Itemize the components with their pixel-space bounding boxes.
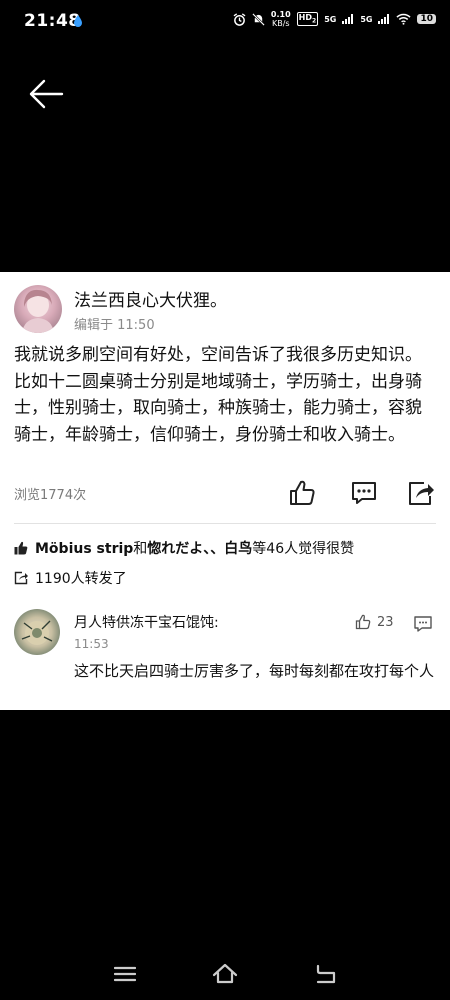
status-bar: 21:48 0.10 KB/s HD2 5G 5G 10 <box>0 0 450 44</box>
signal2-label: 5G <box>360 14 373 24</box>
likes-suffix: 等46人觉得很赞 <box>252 541 355 557</box>
post-card: 法兰西良心大伏狸。 编辑于 11:50 我就说多刷空间有好处，空间告诉了我很多历… <box>0 272 450 710</box>
edit-time: 编辑于 11:50 <box>74 318 155 333</box>
author-name[interactable]: 法兰西良心大伏狸。 <box>74 286 227 311</box>
back-arrow-icon[interactable] <box>28 78 64 110</box>
like-user-3[interactable]: 白鸟 <box>224 541 252 557</box>
share-icon[interactable] <box>406 479 436 507</box>
signal1-label: 5G <box>324 14 337 24</box>
hd-badge: HD2 <box>296 12 319 26</box>
signal2-bars-icon <box>378 14 390 24</box>
reposts-text: 1190人转发了 <box>35 571 127 587</box>
system-nav-bar <box>0 955 450 991</box>
author-avatar[interactable] <box>14 285 62 333</box>
reposts-summary[interactable]: 1190人转发了 <box>14 568 127 588</box>
battery-level: 10 <box>417 14 436 24</box>
like-user-2[interactable]: 惚れだよ、、 <box>147 541 224 557</box>
signal1-bars-icon <box>342 14 354 24</box>
return-icon[interactable] <box>314 964 336 984</box>
commenter-name[interactable]: 月人特供冻干宝石馄饨: <box>74 612 219 632</box>
net-speed-unit: KB/s <box>271 19 290 28</box>
avatar-sketch-icon <box>21 620 53 645</box>
home-icon[interactable] <box>212 962 238 984</box>
net-speed-value: 0.10 <box>270 10 291 19</box>
comment-like-icon <box>355 614 371 630</box>
avatar-portrait-icon <box>22 289 54 333</box>
likes-and: 和 <box>133 541 148 557</box>
comment-text: 这不比天启四骑士厉害多了，每时每刻都在攻打每个人 <box>74 662 435 680</box>
comment-time: 11:53 <box>74 637 109 651</box>
thumb-up-icon <box>14 541 28 555</box>
hd-label: HD <box>298 13 312 23</box>
comment-like-button[interactable]: 23 <box>355 614 394 630</box>
like-user-1[interactable]: Möbius strip <box>35 541 133 557</box>
divider <box>14 523 436 524</box>
status-icons: 0.10 KB/s HD2 5G 5G 10 <box>233 10 436 28</box>
comment-icon[interactable] <box>350 480 378 506</box>
net-speed: 0.10 KB/s <box>271 10 291 28</box>
like-icon[interactable] <box>288 479 316 507</box>
comment-like-count: 23 <box>377 614 394 630</box>
alarm-icon <box>233 12 246 26</box>
notification-drop-icon <box>74 15 82 27</box>
menu-icon[interactable] <box>114 966 136 982</box>
reply-icon[interactable] <box>413 615 433 633</box>
likes-summary[interactable]: Möbius strip和惚れだよ、、白鸟等46人觉得很赞 <box>14 538 354 558</box>
commenter-avatar[interactable] <box>14 609 60 655</box>
post-body: 我就说多刷空间有好处，空间告诉了我很多历史知识。比如十二圆桌骑士分别是地域骑士，… <box>14 345 422 445</box>
view-count: 浏览1774次 <box>14 488 87 503</box>
wifi-icon <box>396 13 412 25</box>
hd-sub: 2 <box>312 17 317 25</box>
mute-bell-icon <box>252 12 265 26</box>
repost-icon <box>14 571 28 585</box>
likes-text: Möbius strip和惚れだよ、、白鸟等46人觉得很赞 <box>35 538 354 558</box>
